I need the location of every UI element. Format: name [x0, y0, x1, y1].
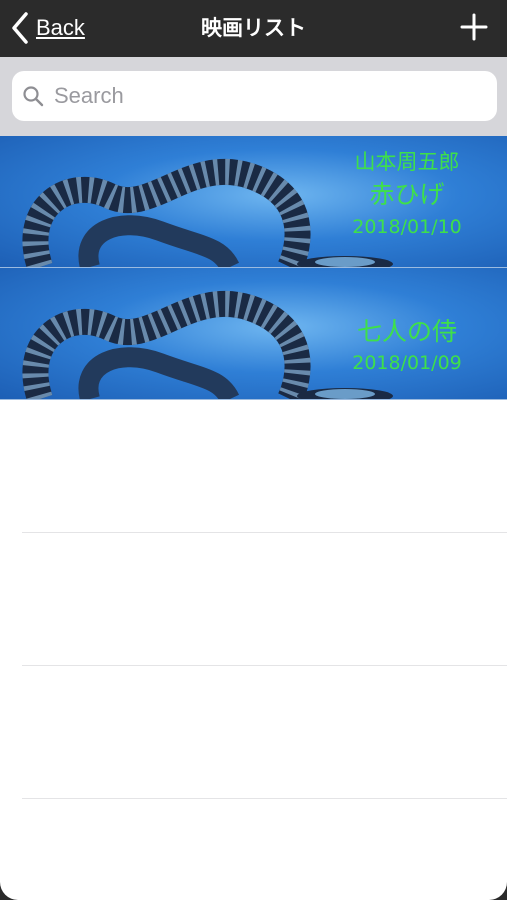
movie-info: 七人の侍 2018/01/09 — [307, 314, 507, 376]
movie-date: 2018/01/10 — [352, 216, 462, 238]
empty-row — [22, 533, 507, 666]
empty-row — [22, 666, 507, 799]
plus-icon[interactable] — [459, 12, 489, 42]
navigation-bar: Back 映画リスト — [0, 0, 507, 57]
movie-title: 赤ひげ — [369, 180, 445, 209]
movie-director: 山本周五郎 — [354, 150, 460, 174]
search-bar — [0, 57, 507, 136]
search-field[interactable] — [12, 71, 497, 121]
search-input[interactable] — [52, 82, 476, 110]
empty-row — [22, 400, 507, 533]
movie-date: 2018/01/09 — [352, 352, 462, 374]
search-icon — [23, 86, 44, 107]
movie-row[interactable]: 七人の侍 2018/01/09 — [0, 268, 507, 400]
back-button[interactable]: Back — [10, 8, 85, 48]
chevron-left-icon — [12, 12, 28, 44]
back-label: Back — [36, 15, 85, 40]
app-screen: Back 映画リスト 山本周五郎 — [0, 0, 507, 900]
movie-info: 山本周五郎 赤ひげ 2018/01/10 — [307, 148, 507, 240]
movie-list: 山本周五郎 赤ひげ 2018/01/10 七人の侍 2018/01/09 — [0, 136, 507, 799]
movie-row[interactable]: 山本周五郎 赤ひげ 2018/01/10 — [0, 136, 507, 268]
movie-title: 七人の侍 — [356, 317, 457, 346]
